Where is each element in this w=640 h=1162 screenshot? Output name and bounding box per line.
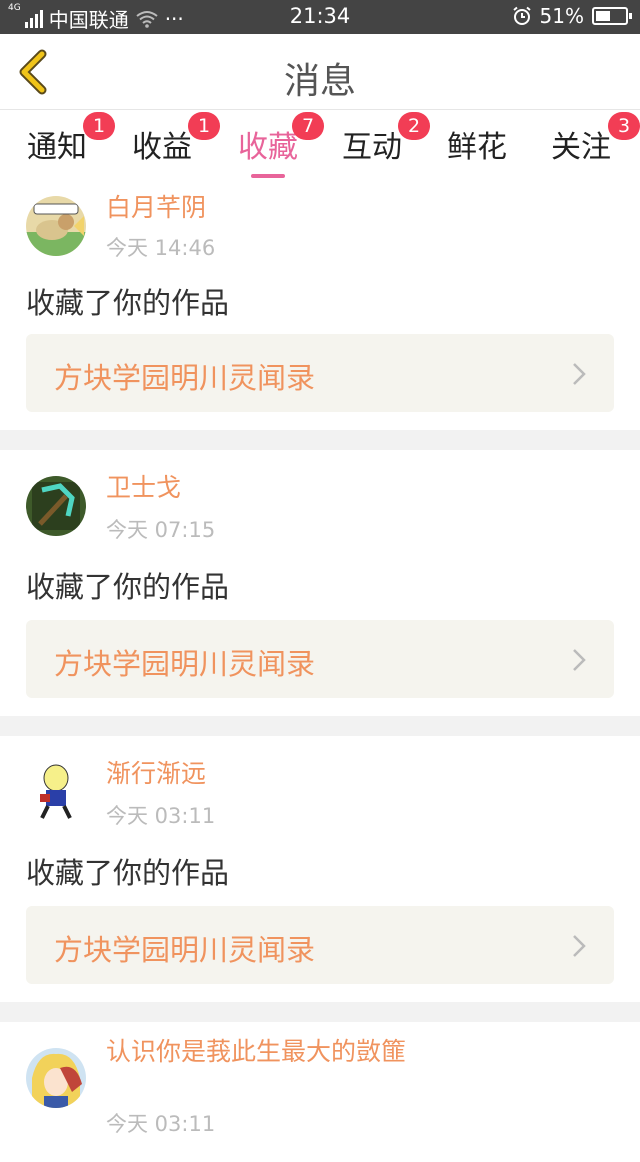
unread-badge: 1	[83, 112, 115, 140]
user-name[interactable]: 渐行渐远	[106, 758, 416, 790]
status-bar: 4G 中国联通 ··· 21:34 51%	[0, 0, 640, 34]
tab-notifications[interactable]: 通知 1	[17, 112, 115, 166]
tab-interactions[interactable]: 互动 2	[332, 112, 430, 166]
unread-badge: 1	[188, 112, 220, 140]
tab-earnings[interactable]: 收益 1	[122, 112, 220, 166]
unread-badge: 3	[608, 112, 640, 140]
unread-badge: 2	[398, 112, 430, 140]
message-time: 今天 07:15	[106, 518, 216, 542]
chevron-right-icon	[573, 649, 586, 671]
avatar[interactable]	[26, 196, 86, 256]
alarm-icon	[512, 6, 531, 25]
list-item: 卫士戈 今天 07:15 收藏了你的作品 方块学园明川灵闻录	[0, 450, 640, 716]
avatar[interactable]	[26, 1048, 86, 1108]
list-item: 渐行渐远 今天 03:11 收藏了你的作品 方块学园明川灵闻录	[0, 736, 640, 1002]
divider	[0, 1002, 640, 1022]
unread-badge: 7	[292, 112, 324, 140]
tab-label: 鲜花	[447, 130, 507, 165]
tab-label: 通知	[27, 130, 87, 165]
message-tabs: 通知 1 收益 1 收藏 7 互动 2 鲜花 关注 3	[0, 110, 640, 182]
tab-label: 关注	[551, 130, 611, 165]
work-link[interactable]: 方块学园明川灵闻录	[26, 906, 614, 984]
avatar[interactable]	[26, 476, 86, 536]
message-list: 白月芊阴 今天 14:46 收藏了你的作品 方块学园明川灵闻录 卫士戈 今天 0…	[0, 182, 640, 1162]
user-name[interactable]: 卫士戈	[106, 472, 416, 504]
message-action: 收藏了你的作品	[26, 856, 230, 890]
avatar[interactable]	[26, 762, 86, 822]
tab-indicator	[251, 174, 285, 178]
divider	[0, 430, 640, 450]
message-action: 收藏了你的作品	[26, 286, 230, 320]
message-action: 收藏了你的作品	[26, 570, 230, 604]
tab-label: 收益	[132, 130, 192, 165]
tab-flowers[interactable]: 鲜花	[437, 122, 517, 166]
tab-favorites[interactable]: 收藏 7	[228, 112, 324, 178]
chevron-right-icon	[573, 363, 586, 385]
tab-label: 互动	[342, 130, 402, 165]
page-title: 消息	[283, 61, 356, 102]
work-title: 方块学园明川灵闻录	[54, 361, 316, 395]
nav-header: 消息	[0, 34, 640, 110]
work-title: 方块学园明川灵闻录	[54, 647, 316, 681]
divider	[0, 716, 640, 736]
user-name[interactable]: 认识你是莪此生最大的敳篚	[106, 1036, 416, 1068]
list-item: 白月芊阴 今天 14:46 收藏了你的作品 方块学园明川灵闻录	[0, 182, 640, 430]
user-name[interactable]: 白月芊阴	[106, 192, 416, 224]
message-time: 今天 03:11	[106, 804, 216, 828]
list-item: 认识你是莪此生最大的敳篚 今天 03:11	[0, 1022, 640, 1162]
work-link[interactable]: 方块学园明川灵闻录	[26, 334, 614, 412]
tab-following[interactable]: 关注 3	[541, 112, 640, 166]
tab-label: 收藏	[238, 130, 298, 165]
work-title: 方块学园明川灵闻录	[54, 933, 316, 967]
work-link[interactable]: 方块学园明川灵闻录	[26, 620, 614, 698]
battery-icon	[592, 7, 632, 25]
message-time: 今天 14:46	[106, 236, 216, 260]
battery-percent: 51%	[539, 4, 584, 28]
status-right: 51%	[512, 4, 632, 28]
message-time: 今天 03:11	[106, 1112, 216, 1136]
chevron-right-icon	[573, 935, 586, 957]
